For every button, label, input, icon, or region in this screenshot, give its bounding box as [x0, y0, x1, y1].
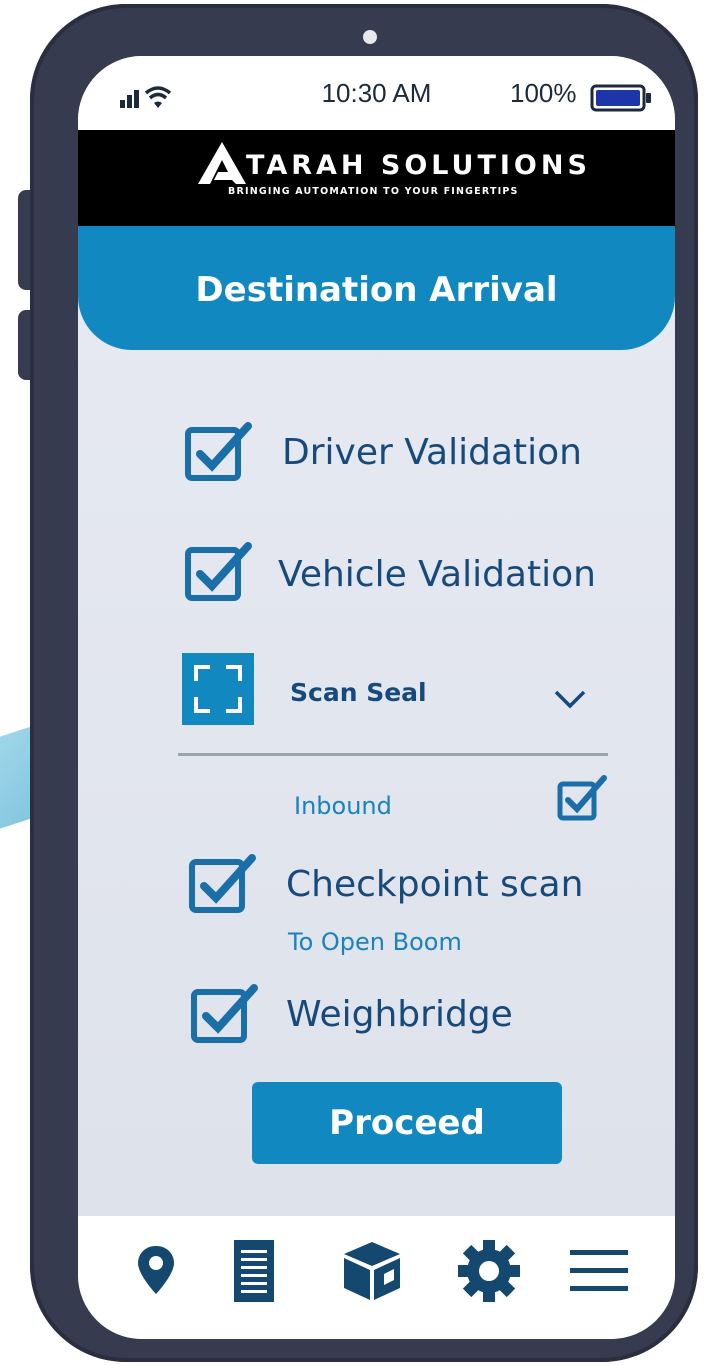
divider — [178, 753, 608, 756]
battery-percent: 100% — [510, 78, 577, 108]
driver-validation-label: Driver Validation — [282, 432, 582, 473]
proceed-button[interactable]: Proceed — [252, 1082, 562, 1164]
chevron-down-icon[interactable] — [552, 686, 588, 710]
inbound-label: Inbound — [294, 792, 392, 820]
driver-validation-checkbox-icon[interactable] — [182, 420, 256, 484]
weighbridge-label: Weighbridge — [286, 994, 513, 1035]
brand-banner: TARAH SOLUTIONS BRINGING AUTOMATION TO Y… — [78, 130, 675, 226]
menu-icon[interactable] — [568, 1248, 630, 1294]
camera-dot — [363, 30, 377, 44]
package-icon[interactable] — [340, 1238, 404, 1304]
gear-icon[interactable] — [456, 1238, 522, 1304]
brand-tagline: BRINGING AUTOMATION TO YOUR FINGERTIPS — [228, 186, 519, 197]
inbound-checkbox-icon[interactable] — [556, 774, 608, 824]
vehicle-validation-checkbox-icon[interactable] — [182, 540, 256, 604]
scan-seal-label[interactable]: Scan Seal — [290, 678, 427, 707]
checkpoint-scan-checkbox-icon[interactable] — [186, 852, 260, 916]
vehicle-validation-label: Vehicle Validation — [278, 554, 596, 595]
checkpoint-scan-sublabel: To Open Boom — [288, 928, 462, 956]
page-header: Destination Arrival — [78, 226, 675, 350]
document-icon[interactable] — [228, 1238, 280, 1304]
status-bar: 10:30 AM 100% — [78, 56, 675, 130]
status-time: 10:30 AM — [321, 78, 432, 108]
weighbridge-checkbox-icon[interactable] — [188, 982, 262, 1046]
brand-name: TARAH SOLUTIONS — [246, 150, 591, 181]
page-title: Destination Arrival — [195, 270, 558, 310]
bottom-nav — [78, 1216, 675, 1339]
battery-icon — [590, 84, 651, 112]
phone-frame: 10:30 AM 100% TARAH SOLUTIONS BRINGING A… — [30, 4, 698, 1362]
location-pin-icon[interactable] — [132, 1242, 180, 1300]
scan-seal-icon[interactable] — [182, 653, 254, 725]
phone-screen: 10:30 AM 100% TARAH SOLUTIONS BRINGING A… — [78, 56, 675, 1339]
checkpoint-scan-label: Checkpoint scan — [286, 864, 584, 905]
stage: 10:30 AM 100% TARAH SOLUTIONS BRINGING A… — [0, 0, 711, 1366]
atarah-logo-icon — [198, 142, 246, 184]
